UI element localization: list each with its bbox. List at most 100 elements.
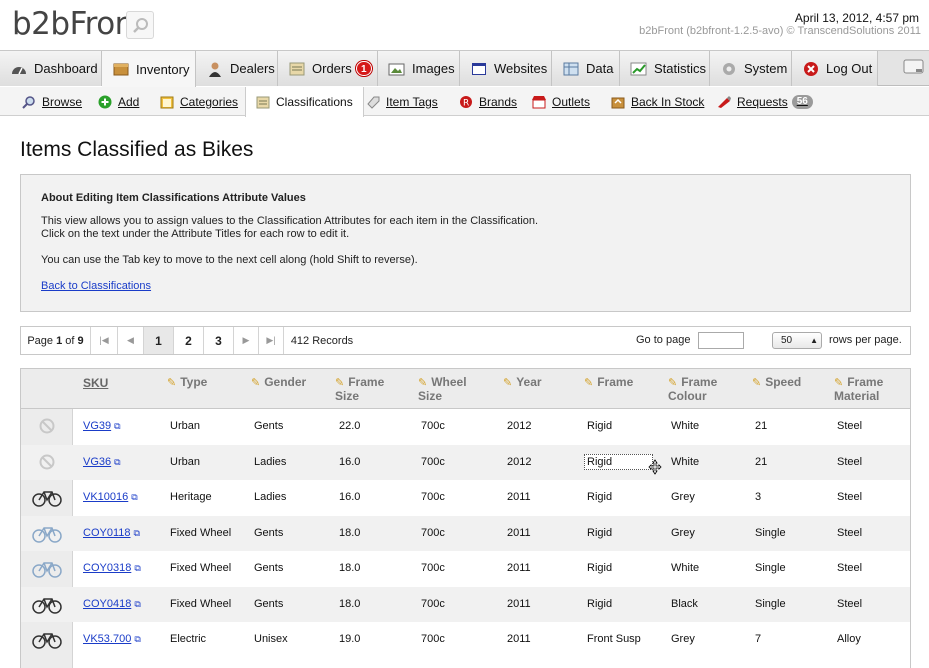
cell-value[interactable]: Steel	[837, 527, 862, 539]
cell-value[interactable]: Rigid	[587, 527, 612, 539]
cell-value[interactable]: 2011	[507, 527, 531, 539]
cell-value[interactable]: 3	[755, 491, 761, 503]
cell-value[interactable]: 700c	[421, 420, 445, 432]
cell-value[interactable]: Steel	[837, 598, 862, 610]
cell-speed[interactable]: Single	[755, 598, 786, 610]
window-tray-button[interactable]	[903, 57, 925, 77]
cell-value[interactable]: Rigid	[584, 453, 654, 470]
cell-frame[interactable]: Rigid	[587, 420, 612, 432]
cell-type[interactable]: Fixed Wheel	[170, 598, 231, 610]
cell-wheel-size[interactable]: 700c	[421, 420, 445, 432]
cell-frame-size[interactable]: 18.0	[339, 527, 360, 539]
cell-gender[interactable]: Ladies	[254, 491, 286, 503]
tab-orders[interactable]: Orders 1	[278, 51, 378, 86]
cell-value[interactable]: Unisex	[254, 633, 288, 645]
sku-link-text[interactable]: VG39	[83, 420, 111, 432]
back-to-classifications-link[interactable]: Back to Classifications	[41, 280, 151, 292]
cell-frame[interactable]: Rigid	[587, 598, 612, 610]
tab-inventory[interactable]: Inventory	[102, 51, 196, 87]
sku-link[interactable]: VK53.700 ⧉	[83, 633, 141, 645]
cell-type[interactable]: Fixed Wheel	[170, 527, 231, 539]
cell-frame-size[interactable]: 22.0	[339, 420, 360, 432]
cell-value[interactable]: Electric	[170, 633, 206, 645]
sku-link[interactable]: COY0318 ⧉	[83, 562, 141, 574]
tab-system[interactable]: System	[710, 51, 792, 86]
cell-value[interactable]: Single	[755, 527, 786, 539]
external-link-icon[interactable]: ⧉	[134, 634, 140, 644]
cell-year[interactable]: 2011	[507, 598, 531, 610]
cell-value[interactable]: 18.0	[339, 562, 360, 574]
cell-speed[interactable]: Single	[755, 527, 786, 539]
cell-value[interactable]: Fixed Wheel	[170, 527, 231, 539]
subtab-outlets[interactable]: Outlets	[532, 87, 590, 116]
page-button-3[interactable]: 3	[204, 327, 234, 354]
cell-value[interactable]: Steel	[837, 420, 862, 432]
no-image-icon[interactable]	[31, 451, 63, 473]
cell-speed[interactable]: 7	[755, 633, 761, 645]
cell-value[interactable]: Fixed Wheel	[170, 598, 231, 610]
cell-material[interactable]: Alloy	[837, 633, 861, 645]
cell-value[interactable]: Black	[671, 598, 698, 610]
cell-value[interactable]: Single	[755, 562, 786, 574]
cell-gender[interactable]: Unisex	[254, 633, 288, 645]
cell-value[interactable]: Grey	[671, 491, 695, 503]
cell-wheel-size[interactable]: 700c	[421, 598, 445, 610]
bike-icon[interactable]	[31, 486, 63, 508]
cell-value[interactable]: 2011	[507, 491, 531, 503]
bike-icon[interactable]	[31, 593, 63, 615]
cell-frame-size[interactable]: 18.0	[339, 598, 360, 610]
cell-year[interactable]: 2012	[507, 420, 531, 432]
cell-speed[interactable]: Single	[755, 562, 786, 574]
cell-value[interactable]: 700c	[421, 598, 445, 610]
cell-year[interactable]: 2011	[507, 562, 531, 574]
cell-value[interactable]: 16.0	[339, 456, 360, 468]
subtab-categories[interactable]: Categories	[160, 87, 238, 116]
cell-value[interactable]: Gents	[254, 527, 283, 539]
cell-value[interactable]: White	[671, 456, 699, 468]
cell-frame[interactable]: Front Susp	[587, 633, 641, 645]
cell-value[interactable]: Rigid	[587, 491, 612, 503]
cell-value[interactable]: 21	[755, 456, 767, 468]
cell-colour[interactable]: Black	[671, 598, 698, 610]
cell-value[interactable]: 19.0	[339, 633, 360, 645]
cell-type[interactable]: Electric	[170, 633, 206, 645]
cell-value[interactable]: 700c	[421, 527, 445, 539]
cell-wheel-size[interactable]: 700c	[421, 527, 445, 539]
cell-value[interactable]: White	[671, 420, 699, 432]
cell-value[interactable]: 18.0	[339, 598, 360, 610]
cell-frame-size[interactable]: 16.0	[339, 456, 360, 468]
cell-year[interactable]: 2011	[507, 527, 531, 539]
cell-colour[interactable]: White	[671, 420, 699, 432]
tab-images[interactable]: Images	[378, 51, 460, 86]
cell-value[interactable]: Rigid	[587, 598, 612, 610]
cell-value[interactable]: 700c	[421, 562, 445, 574]
page-button-2[interactable]: 2	[174, 327, 204, 354]
cell-type[interactable]: Urban	[170, 456, 200, 468]
header-sku[interactable]: SKU	[83, 377, 108, 390]
cell-material[interactable]: Steel	[837, 456, 862, 468]
cell-value[interactable]: Ladies	[254, 491, 286, 503]
external-link-icon[interactable]: ⧉	[114, 421, 120, 431]
cell-value[interactable]: Grey	[671, 527, 695, 539]
cell-wheel-size[interactable]: 700c	[421, 633, 445, 645]
cell-value[interactable]: Ladies	[254, 456, 286, 468]
external-link-icon[interactable]: ⧉	[131, 492, 137, 502]
cell-colour[interactable]: White	[671, 456, 699, 468]
cell-frame-size[interactable]: 18.0	[339, 562, 360, 574]
cell-value[interactable]: 16.0	[339, 491, 360, 503]
cell-value[interactable]: 700c	[421, 456, 445, 468]
cell-value[interactable]: Urban	[170, 420, 200, 432]
cell-speed[interactable]: 3	[755, 491, 761, 503]
cell-value[interactable]: 22.0	[339, 420, 360, 432]
cell-year[interactable]: 2011	[507, 491, 531, 503]
cell-frame-size[interactable]: 19.0	[339, 633, 360, 645]
sku-link-text[interactable]: VG36	[83, 456, 111, 468]
no-image-icon[interactable]	[31, 415, 63, 437]
subtab-brands[interactable]: R Brands	[459, 87, 517, 116]
cell-value[interactable]: 700c	[421, 491, 445, 503]
tab-logout[interactable]: Log Out	[792, 51, 878, 86]
sku-link-text[interactable]: COY0318	[83, 562, 131, 574]
tab-dashboard[interactable]: Dashboard	[0, 51, 102, 86]
cell-colour[interactable]: White	[671, 562, 699, 574]
sku-link[interactable]: COY0418 ⧉	[83, 598, 141, 610]
